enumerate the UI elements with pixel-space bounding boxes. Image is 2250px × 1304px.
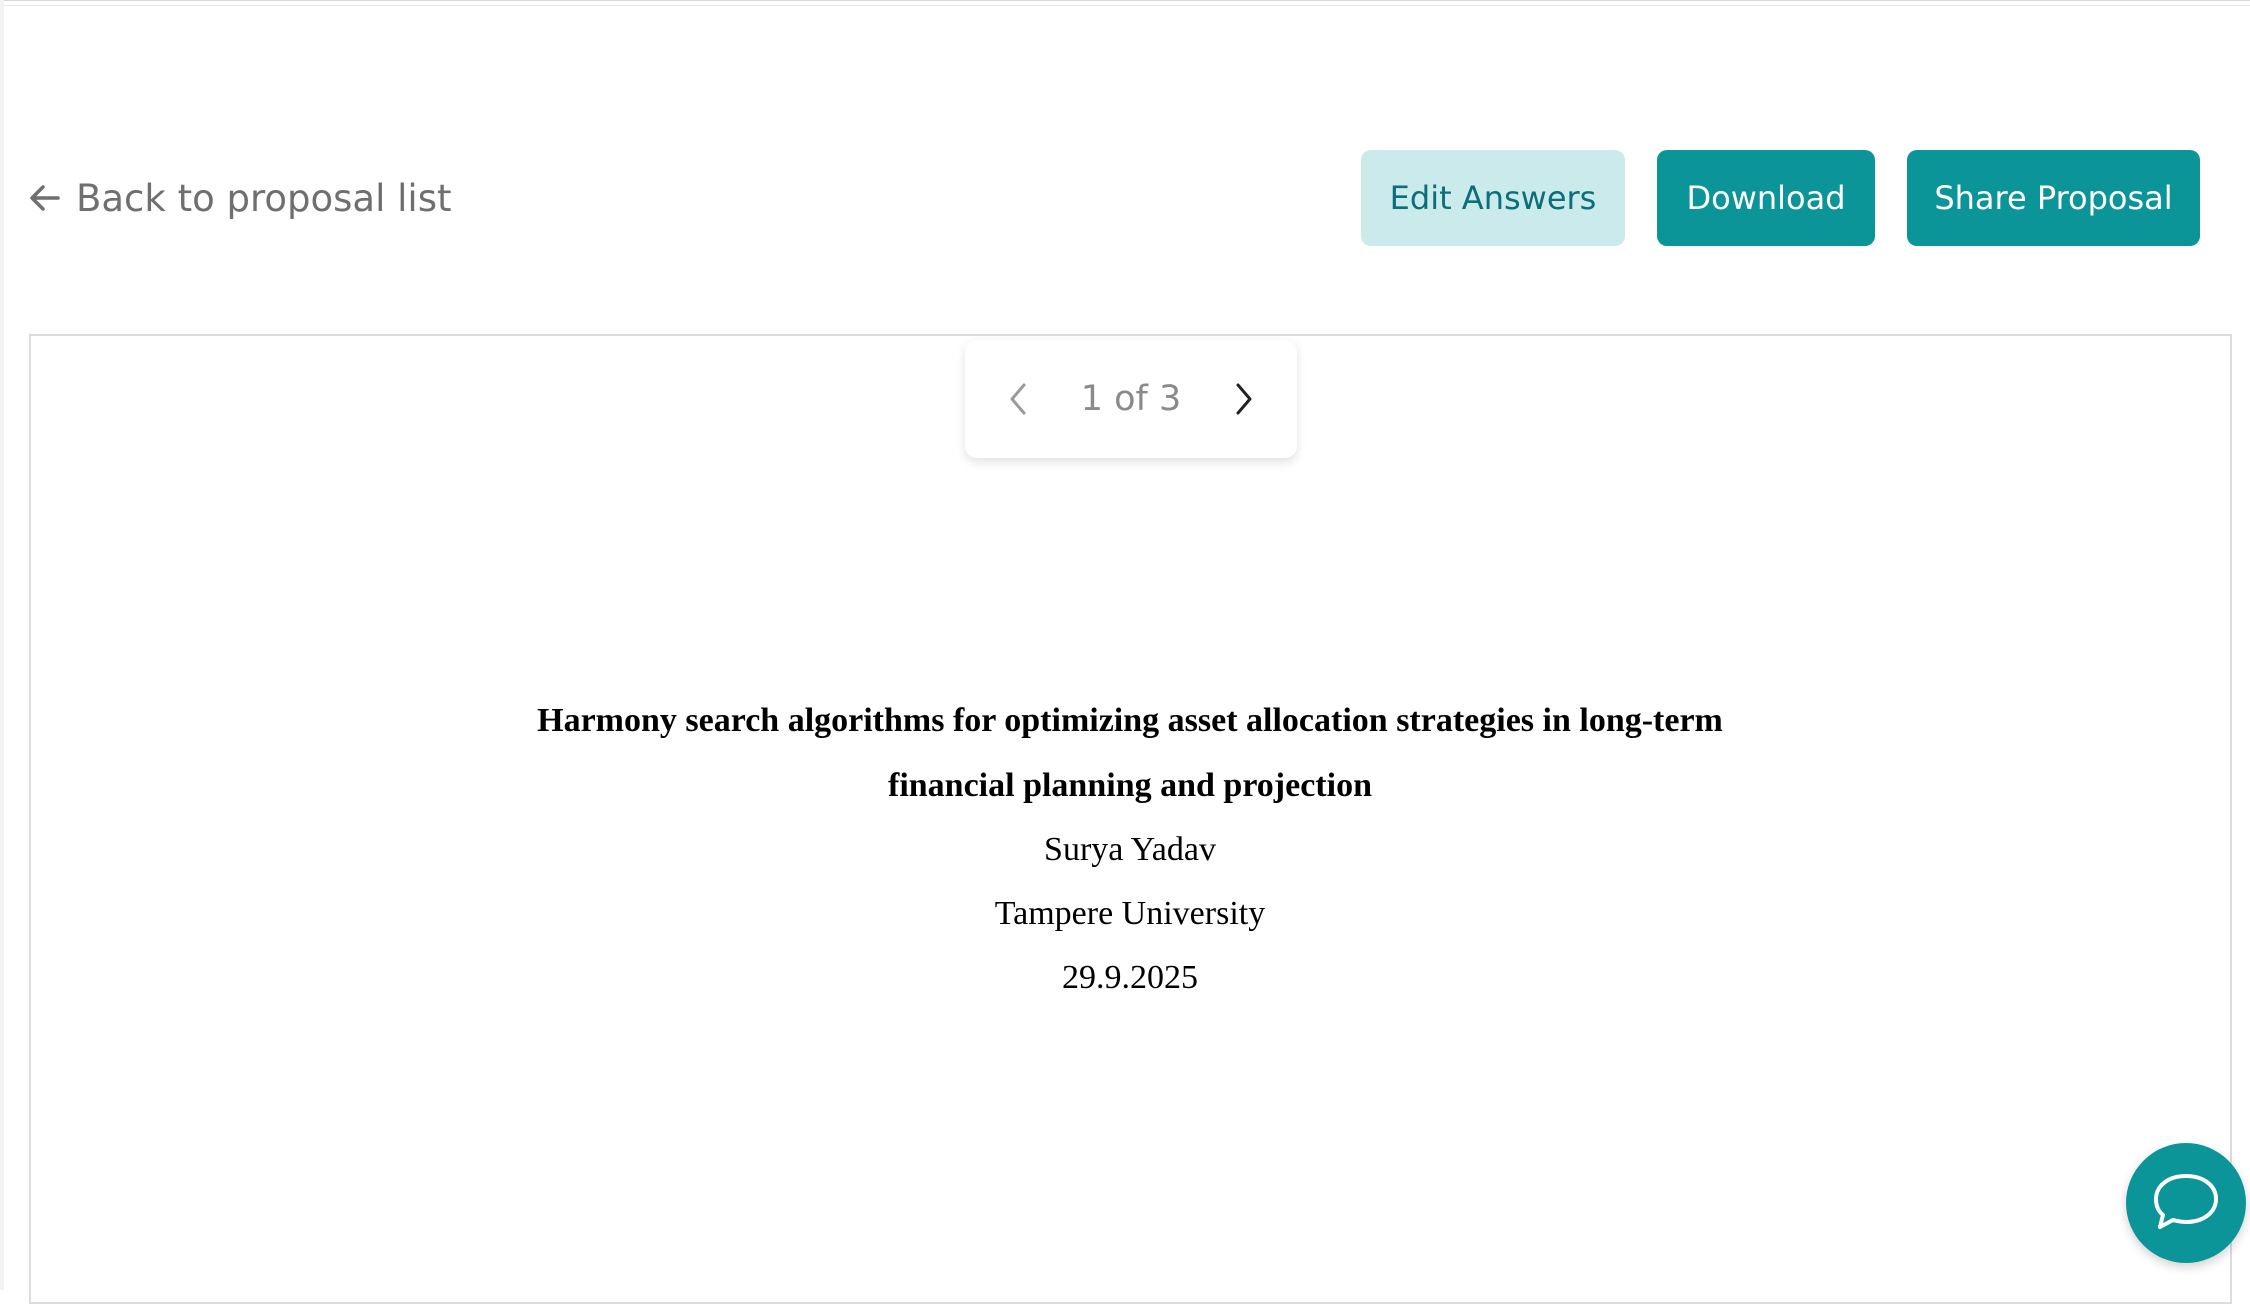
- back-to-list-link[interactable]: Back to proposal list: [28, 172, 451, 224]
- chevron-left-icon[interactable]: [997, 377, 1041, 421]
- top-divider: [0, 0, 2250, 6]
- back-link-label: Back to proposal list: [76, 176, 452, 220]
- document-date: 29.9.2025: [1062, 959, 1198, 996]
- proposal-toolbar: Back to proposal list Edit Answers Downl…: [0, 150, 2250, 246]
- page-navigator: 1 of 3: [965, 340, 1297, 458]
- document-page: Harmony search algorithms for optimizing…: [300, 688, 1960, 1010]
- page-indicator: 1 of 3: [1080, 379, 1182, 419]
- document-author: Surya Yadav: [1044, 831, 1216, 868]
- document-title-line-1: Harmony search algorithms for optimizing…: [537, 702, 1723, 739]
- edit-answers-button[interactable]: Edit Answers: [1361, 150, 1625, 246]
- chat-bubble-icon: [2150, 1170, 2222, 1236]
- chat-launcher-button[interactable]: [2126, 1143, 2246, 1263]
- download-button[interactable]: Download: [1657, 150, 1875, 246]
- document-title-line-2: financial planning and projection: [888, 767, 1372, 804]
- share-proposal-button[interactable]: Share Proposal: [1907, 150, 2200, 246]
- chevron-right-icon[interactable]: [1221, 377, 1265, 421]
- arrow-left-icon: [28, 181, 62, 215]
- document-institution: Tampere University: [994, 895, 1266, 932]
